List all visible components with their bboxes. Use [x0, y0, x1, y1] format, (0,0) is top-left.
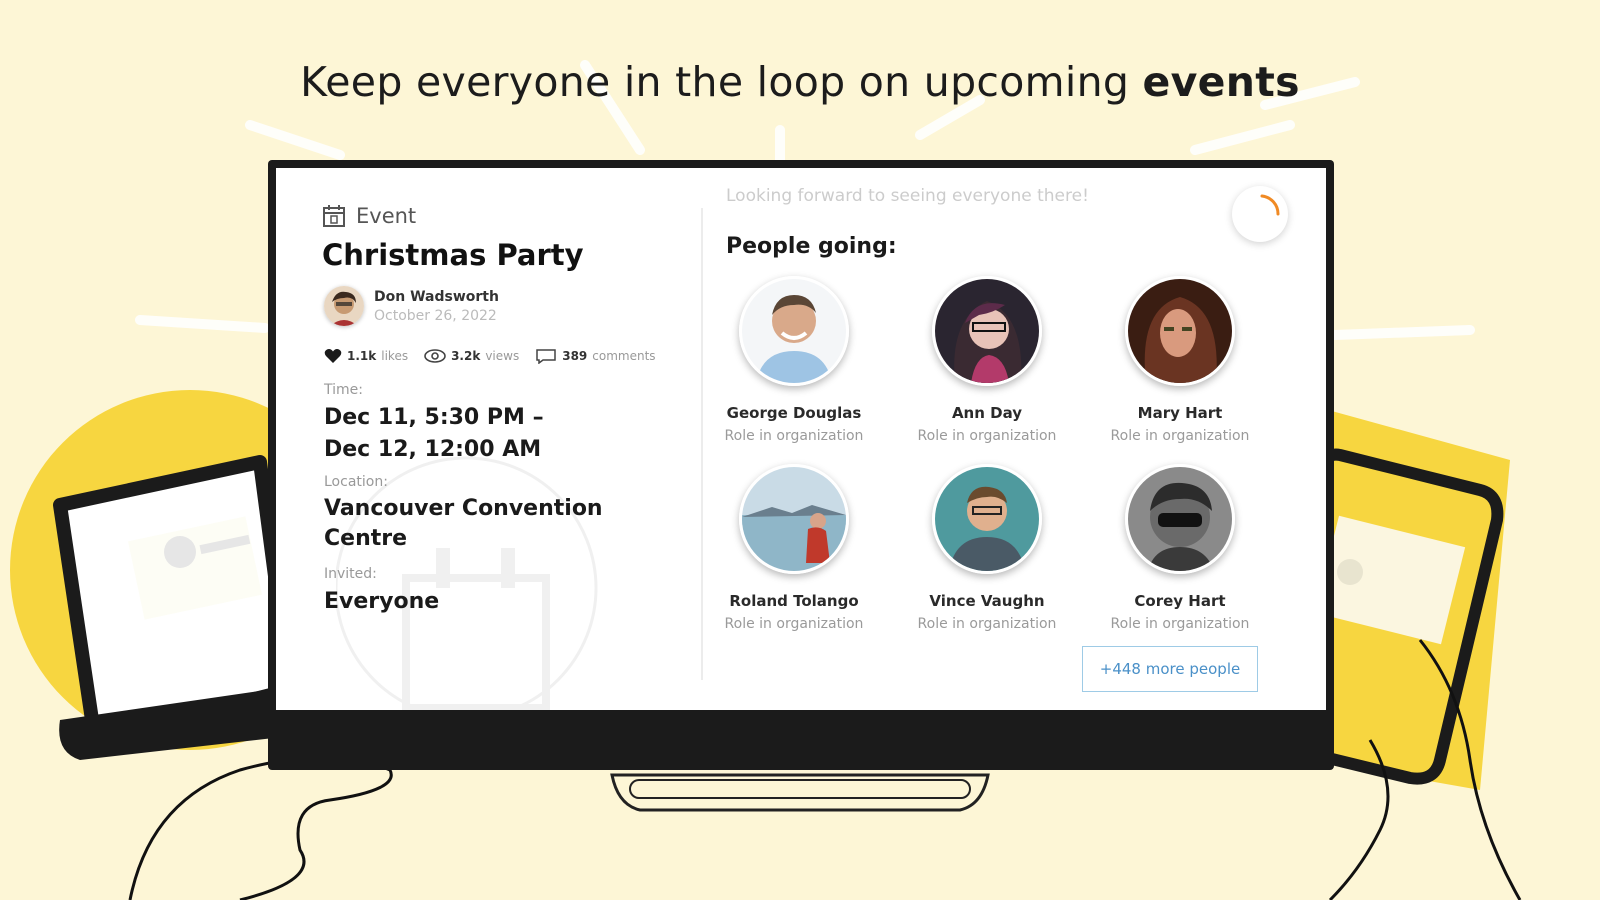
more-people-button[interactable]: +448 more people: [1082, 646, 1258, 692]
likes-label: likes: [381, 349, 409, 363]
person-name[interactable]: Ann Day: [902, 404, 1072, 422]
headline-text: Keep everyone in the loop on upcoming: [300, 58, 1143, 106]
person-card[interactable]: Roland Tolango Role in organization: [709, 464, 879, 632]
person-card[interactable]: Vince Vaughn Role in organization: [902, 464, 1072, 632]
person-avatar[interactable]: [1125, 276, 1235, 386]
person-name[interactable]: George Douglas: [709, 404, 879, 422]
post-date: October 26, 2022: [374, 307, 497, 324]
event-type: Event: [322, 204, 416, 228]
person-avatar[interactable]: [1125, 464, 1235, 574]
spinner-icon: [1260, 194, 1280, 216]
person-card[interactable]: George Douglas Role in organization: [709, 276, 879, 444]
comments-count: 389: [562, 349, 588, 363]
time-end: Dec 12, 12:00 AM: [324, 437, 542, 462]
location-value[interactable]: Vancouver Convention Centre: [324, 494, 603, 554]
person-name[interactable]: Corey Hart: [1095, 592, 1265, 610]
person-name[interactable]: Mary Hart: [1095, 404, 1265, 422]
person-role: Role in organization: [1110, 616, 1250, 632]
person-avatar[interactable]: [739, 464, 849, 574]
comment-icon: [536, 349, 556, 364]
panel-divider: [701, 208, 703, 680]
person-card[interactable]: Corey Hart Role in organization: [1095, 464, 1265, 632]
event-screen: Event Christmas Party Don Wadsworth Octo…: [276, 168, 1326, 710]
person-name[interactable]: Roland Tolango: [709, 592, 879, 610]
invited-label: Invited:: [324, 566, 377, 582]
event-stats: 1.1k likes 3.2k views 389 comments: [324, 348, 656, 364]
views-count: 3.2k: [451, 349, 481, 363]
event-tagline: Looking forward to seeing everyone there…: [726, 186, 1089, 206]
likes-count: 1.1k: [347, 349, 377, 363]
heart-icon: [324, 349, 342, 363]
person-card[interactable]: Mary Hart Role in organization: [1095, 276, 1265, 444]
headline: Keep everyone in the loop on upcoming ev…: [0, 58, 1600, 106]
event-author[interactable]: Don Wadsworth October 26, 2022: [324, 286, 499, 326]
person-avatar[interactable]: [932, 276, 1042, 386]
event-type-label: Event: [356, 204, 417, 228]
views-stat: 3.2k views: [424, 348, 519, 364]
time-start: Dec 11, 5:30 PM –: [324, 405, 544, 430]
views-label: views: [485, 349, 520, 363]
person-card[interactable]: Ann Day Role in organization: [902, 276, 1072, 444]
author-avatar[interactable]: [324, 286, 364, 326]
monitor: Event Christmas Party Don Wadsworth Octo…: [268, 160, 1334, 770]
person-role: Role in organization: [917, 616, 1057, 632]
calendar-icon: [323, 205, 345, 227]
location-label: Location:: [324, 474, 388, 490]
author-name[interactable]: Don Wadsworth: [374, 289, 499, 305]
person-role: Role in organization: [724, 616, 864, 632]
person-role: Role in organization: [1110, 428, 1250, 444]
person-avatar[interactable]: [932, 464, 1042, 574]
location-line-1: Vancouver Convention: [324, 496, 603, 521]
eye-icon: [424, 349, 446, 363]
person-role: Role in organization: [724, 428, 864, 444]
invited-value: Everyone: [324, 589, 440, 614]
likes-stat[interactable]: 1.1k likes: [324, 348, 408, 364]
people-going-title: People going:: [726, 234, 897, 259]
loading-spinner: [1232, 186, 1288, 242]
time-label: Time:: [324, 382, 363, 398]
person-avatar[interactable]: [739, 276, 849, 386]
comments-stat[interactable]: 389 comments: [535, 348, 656, 364]
person-role: Role in organization: [917, 428, 1057, 444]
location-line-2: Centre: [324, 526, 408, 551]
event-title: Christmas Party: [322, 238, 584, 272]
comments-label: comments: [592, 349, 656, 363]
person-name[interactable]: Vince Vaughn: [902, 592, 1072, 610]
headline-bold: events: [1142, 58, 1300, 106]
time-value: Dec 11, 5:30 PM – Dec 12, 12:00 AM: [324, 402, 544, 466]
